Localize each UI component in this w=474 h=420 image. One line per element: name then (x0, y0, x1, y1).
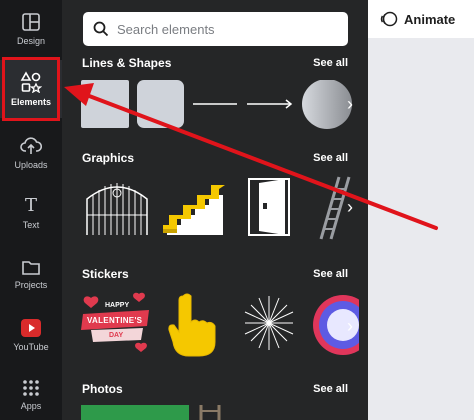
open-door-graphic[interactable] (243, 175, 295, 237)
photos-row (81, 405, 368, 420)
rail-label-uploads: Uploads (14, 160, 48, 170)
rail-item-uploads[interactable]: Uploads (0, 124, 62, 182)
search-input[interactable] (117, 21, 317, 37)
yellow-stairs-graphic[interactable] (161, 175, 227, 237)
rail-item-text[interactable]: T Text (0, 184, 62, 242)
rail-label-projects: Projects (14, 280, 48, 290)
design-canvas-area[interactable] (368, 38, 474, 420)
chevron-right-icon[interactable]: › (338, 187, 362, 227)
stickers-row: HAPPY VALENTINE'S DAY › (81, 292, 368, 358)
sticker-text-happy: HAPPY (105, 302, 130, 309)
section-header-graphics: Graphics See all (82, 151, 348, 165)
see-all-link[interactable]: See all (313, 57, 348, 69)
iron-gate-graphic[interactable] (81, 175, 153, 237)
rail-item-design[interactable]: Design (0, 0, 62, 58)
rail-item-apps[interactable]: Apps (0, 366, 62, 420)
layout-icon (22, 13, 40, 31)
section-title: Lines & Shapes (82, 56, 172, 70)
cloud-upload-icon (20, 137, 42, 154)
arrow-line-shape[interactable] (245, 80, 295, 128)
text-t-icon: T (24, 195, 37, 216)
annotation-highlight-box (2, 57, 60, 121)
rounded-square-shape[interactable] (137, 80, 184, 128)
folder-icon (22, 261, 40, 275)
line-shape[interactable] (191, 80, 239, 128)
see-all-link[interactable]: See all (313, 383, 348, 395)
see-all-link[interactable]: See all (313, 268, 348, 280)
sparkle-burst-sticker[interactable] (241, 292, 297, 354)
canva-editor: Design Elements Uploads T Text Projects … (0, 0, 474, 420)
chevron-right-icon[interactable]: › (338, 84, 362, 124)
animate-icon (380, 11, 398, 27)
search-bar[interactable] (83, 12, 348, 46)
animate-button[interactable]: Animate (404, 12, 455, 27)
section-title: Stickers (82, 267, 129, 281)
lines-shapes-row: › (81, 80, 368, 140)
rail-item-youtube[interactable]: YouTube (0, 306, 62, 364)
rail-item-projects[interactable]: Projects (0, 245, 62, 303)
editor-topbar: Animate (368, 0, 474, 38)
sticker-text-day: DAY (109, 332, 124, 339)
pointing-hand-sticker[interactable] (165, 292, 221, 358)
rail-label-apps: Apps (20, 401, 42, 411)
section-title: Graphics (82, 151, 135, 165)
rail-label-youtube: YouTube (13, 342, 49, 352)
chevron-right-icon[interactable]: › (338, 306, 362, 346)
graphics-row: › (81, 175, 368, 241)
section-header-stickers: Stickers See all (82, 267, 348, 281)
section-header-photos: Photos See all (82, 382, 348, 396)
section-title: Photos (82, 382, 123, 396)
see-all-link[interactable]: See all (313, 152, 348, 164)
search-icon (93, 21, 109, 37)
photo-thumbnail[interactable] (197, 405, 225, 420)
sticker-text-valentines: VALENTINE'S (87, 316, 143, 325)
youtube-icon (21, 319, 41, 337)
elements-panel: Lines & Shapes See all › Graphics See al… (62, 0, 368, 420)
square-shape[interactable] (81, 80, 129, 128)
valentine-sticker[interactable]: HAPPY VALENTINE'S DAY (81, 292, 151, 354)
grid-dots-icon (23, 380, 39, 396)
photo-thumbnail[interactable] (81, 405, 189, 420)
section-header-lines-shapes: Lines & Shapes See all (82, 56, 348, 70)
rail-label-design: Design (16, 36, 45, 46)
left-rail: Design Elements Uploads T Text Projects … (0, 0, 62, 420)
rail-label-text: Text (22, 220, 40, 230)
